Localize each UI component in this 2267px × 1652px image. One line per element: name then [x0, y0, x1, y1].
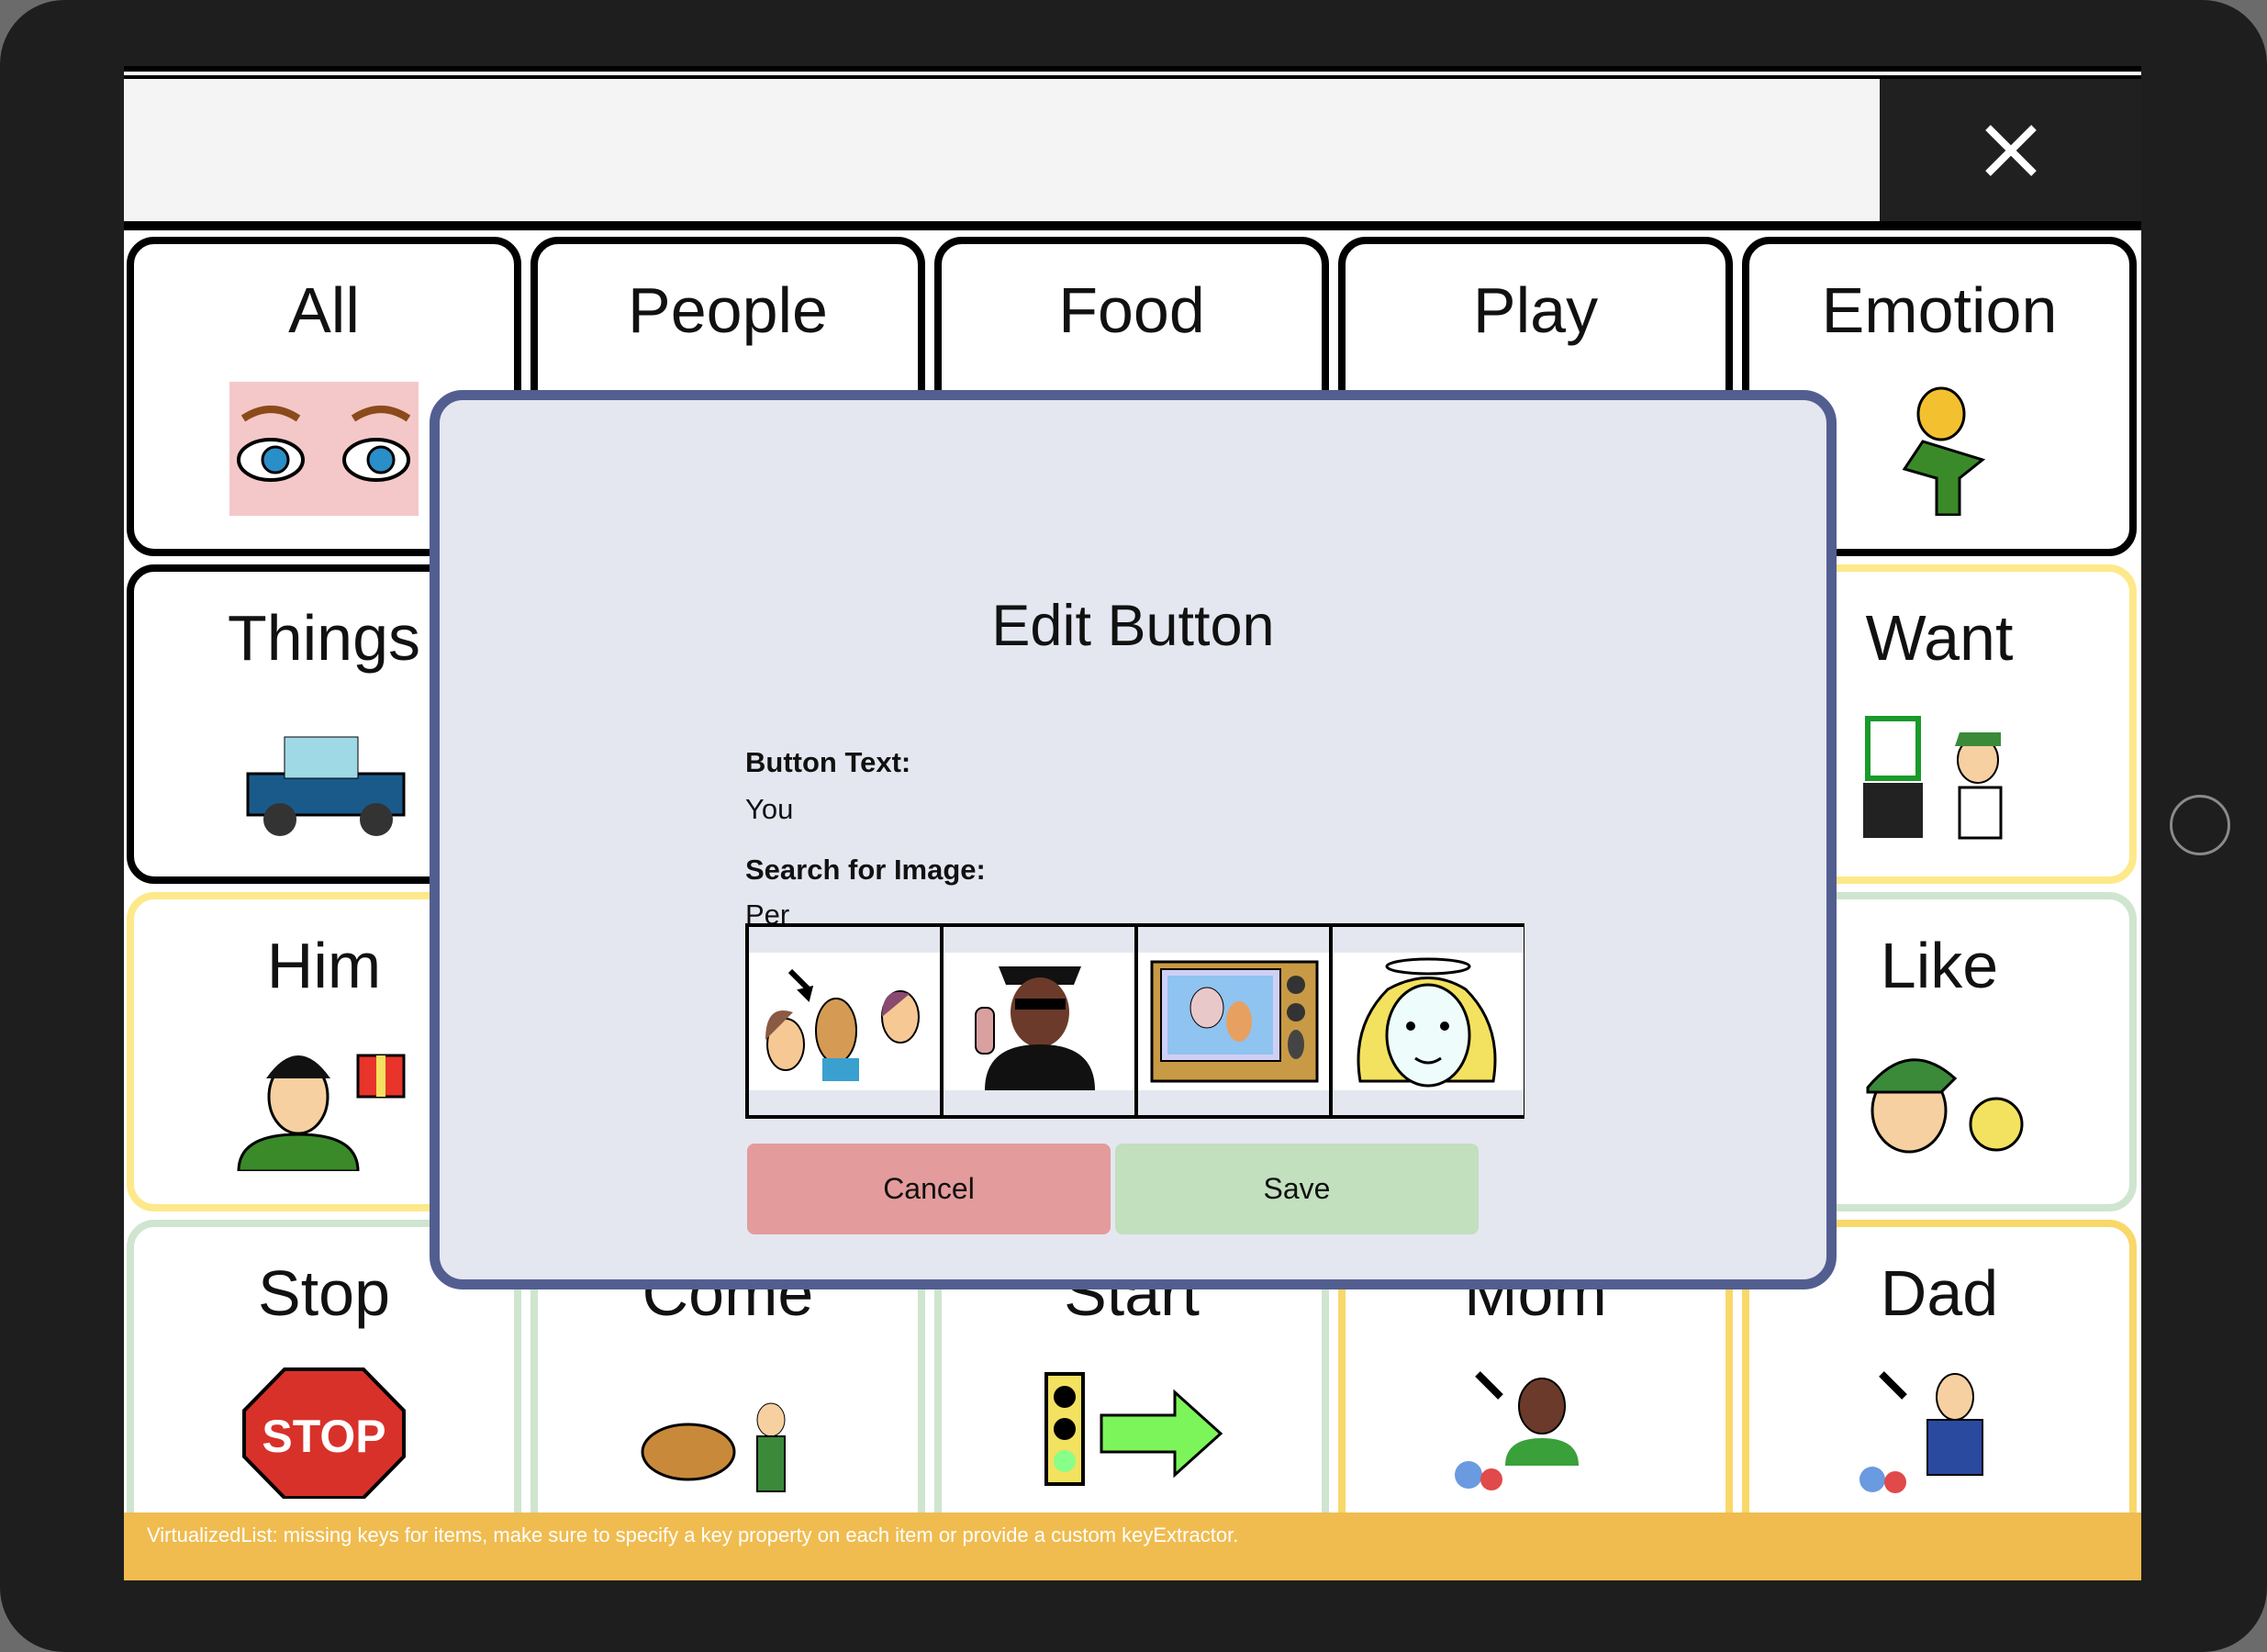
grid-button-label: Food [1058, 274, 1205, 346]
app-screen: All People Food Play Emotion Things Want Him Lik… [124, 66, 2141, 1580]
stop-sign-icon: STOP [242, 1367, 406, 1499]
person-pointing-icon [749, 952, 940, 1090]
cancel-button[interactable]: Cancel [747, 1144, 1111, 1234]
button-text-input[interactable]: You [745, 793, 793, 826]
warning-banner[interactable]: VirtualizedList: missing keys for items,… [124, 1512, 2141, 1580]
traffic-light-arrow-icon [1044, 1372, 1223, 1486]
sentence-input[interactable] [124, 79, 1880, 221]
mom-icon [1455, 1371, 1579, 1490]
emotion-mask-icon [1902, 386, 1986, 516]
top-divider-highlight [124, 72, 2141, 75]
want-icon [1863, 716, 2003, 840]
grid-button-label: People [628, 274, 828, 346]
eyes-icon [229, 382, 419, 516]
grid-button-label: Play [1472, 274, 1599, 346]
grid-button-label: Emotion [1821, 274, 2058, 346]
angel-person-icon [1333, 952, 1524, 1090]
dad-icon [1859, 1371, 1983, 1493]
image-result[interactable] [749, 927, 940, 1115]
tv-personality-icon [1138, 952, 1329, 1090]
clear-button[interactable] [1880, 79, 2141, 221]
truck-icon [246, 736, 406, 836]
close-icon [1984, 124, 2037, 176]
button-text-label: Button Text: [745, 746, 911, 778]
grid-button-label: All [288, 274, 360, 346]
tablet-frame: All People Food Play Emotion Things Want Him Lik… [0, 0, 2267, 1652]
image-result[interactable] [944, 927, 1134, 1115]
image-results [745, 923, 1524, 1119]
header-divider [124, 221, 2141, 230]
dialog-title: Edit Button [991, 594, 1275, 658]
edit-button-dialog: Edit Button Button Text: You Search for … [430, 390, 1837, 1289]
home-button[interactable] [2170, 795, 2230, 855]
svg-text:STOP: STOP [262, 1411, 385, 1462]
police-officer-icon [944, 952, 1134, 1090]
like-sun-icon [1866, 1058, 2024, 1154]
him-gift-icon [237, 1054, 406, 1171]
search-image-label: Search for Image: [745, 854, 986, 886]
save-button[interactable]: Save [1115, 1144, 1479, 1234]
image-result[interactable] [1333, 927, 1524, 1115]
image-result[interactable] [1138, 927, 1329, 1115]
dog-come-icon [641, 1402, 786, 1492]
